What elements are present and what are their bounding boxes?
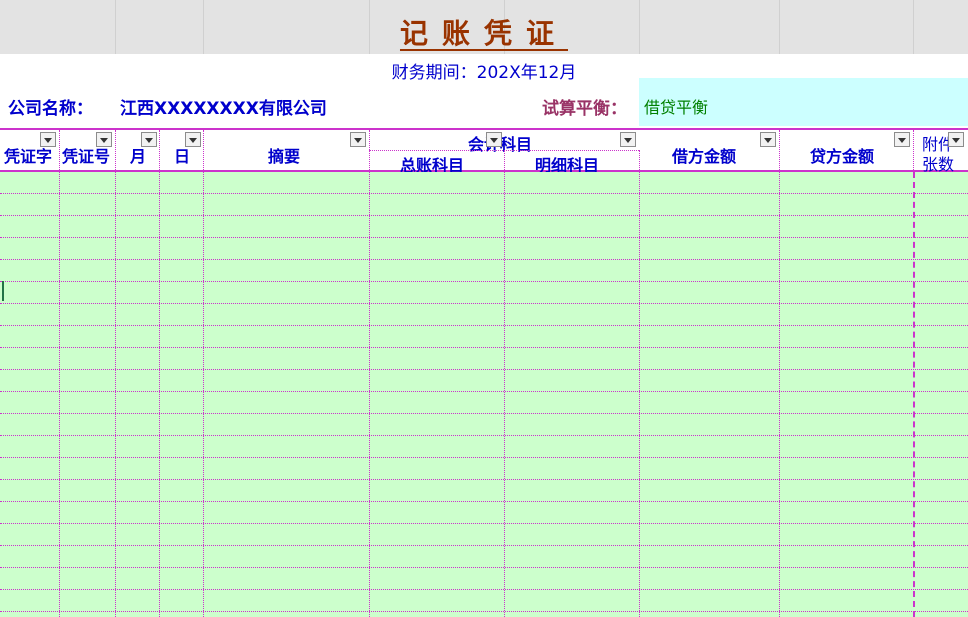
row-divider	[0, 413, 968, 414]
row-divider	[0, 325, 968, 326]
row-divider	[0, 479, 968, 480]
company-name-cell[interactable]: 江西XXXXXXXX有限公司	[120, 94, 327, 119]
row-divider	[0, 347, 968, 348]
active-cell-marker	[2, 281, 4, 301]
filter-dropdown-icon[interactable]	[486, 132, 502, 147]
filter-dropdown-icon[interactable]	[96, 132, 112, 147]
row-divider	[0, 545, 968, 546]
header-debit[interactable]: 借方金额	[640, 130, 780, 170]
header-general-ledger[interactable]: 总账科目	[370, 150, 505, 175]
column-divider	[159, 172, 160, 617]
header-debit-label: 借方金额	[672, 147, 737, 166]
column-divider	[115, 172, 116, 617]
row-divider	[0, 303, 968, 304]
row-divider	[0, 259, 968, 260]
row-divider	[0, 435, 968, 436]
voucher-title[interactable]: 记账凭证	[0, 12, 968, 52]
header-attachments[interactable]: 附件 张数	[914, 130, 968, 174]
row-divider	[0, 567, 968, 568]
balance-status-text: 借贷平衡	[644, 98, 709, 117]
column-divider	[369, 172, 370, 617]
balance-status-cell[interactable]: 借贷平衡	[639, 78, 968, 126]
column-divider-dashed	[913, 172, 915, 617]
column-divider	[203, 172, 204, 617]
column-divider	[504, 172, 505, 617]
filter-dropdown-icon[interactable]	[894, 132, 910, 147]
row-divider	[0, 237, 968, 238]
header-sub-account[interactable]: 明细科目	[505, 150, 640, 175]
row-divider	[0, 193, 968, 194]
row-divider	[0, 391, 968, 392]
row-divider	[0, 611, 968, 612]
balance-label: 试算平衡：	[542, 99, 627, 119]
filter-dropdown-icon[interactable]	[620, 132, 636, 147]
header-summary-label: 摘要	[268, 147, 301, 166]
row-divider	[0, 523, 968, 524]
column-divider	[59, 172, 60, 617]
header-voucher-no[interactable]: 凭证号	[60, 130, 116, 170]
voucher-title-text: 记账凭证	[399, 17, 568, 50]
voucher-entry-grid[interactable]	[0, 172, 968, 617]
filter-dropdown-icon[interactable]	[40, 132, 56, 147]
header-credit-label: 贷方金额	[810, 147, 875, 166]
column-divider	[639, 172, 640, 617]
header-voucher-type[interactable]: 凭证字	[0, 130, 60, 170]
row-divider	[0, 369, 968, 370]
row-divider	[0, 589, 968, 590]
header-credit[interactable]: 贷方金额	[780, 130, 914, 170]
table-header: 凭证字 凭证号 月 日 摘要 会计科目 总账科目 明细科目 借方金额 贷方金额 …	[0, 128, 968, 175]
filter-dropdown-icon[interactable]	[141, 132, 157, 147]
header-summary[interactable]: 摘要	[204, 130, 370, 170]
row-divider	[0, 501, 968, 502]
header-day[interactable]: 日	[160, 130, 204, 170]
row-divider	[0, 457, 968, 458]
filter-dropdown-icon[interactable]	[350, 132, 366, 147]
header-month[interactable]: 月	[116, 130, 160, 170]
row-divider	[0, 215, 968, 216]
filter-dropdown-icon[interactable]	[948, 132, 964, 147]
column-divider	[779, 172, 780, 617]
filter-dropdown-icon[interactable]	[760, 132, 776, 147]
company-label: 公司名称：	[8, 99, 93, 119]
filter-dropdown-icon[interactable]	[185, 132, 201, 147]
row-divider	[0, 281, 968, 282]
